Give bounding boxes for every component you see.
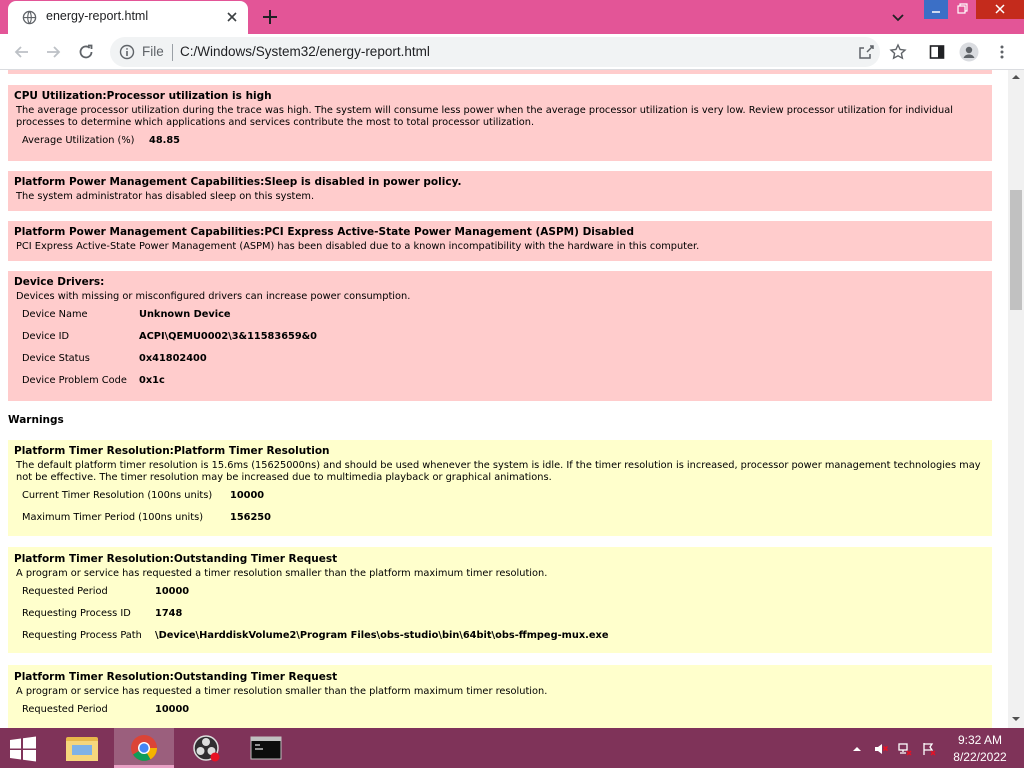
field-value: 0x1c [139, 375, 165, 386]
error-box-aspm-disabled: Platform Power Management Capabilities:P… [8, 221, 992, 261]
field-label: Device Problem Code [22, 375, 127, 386]
bookmark-star-icon[interactable] [889, 43, 907, 61]
tab-title: energy-report.html [46, 9, 149, 23]
field-value: 0x41802400 [139, 353, 207, 364]
field-label: Device ID [22, 331, 70, 342]
error-box-cpu-utilization: CPU Utilization:Processor utilization is… [8, 85, 992, 161]
windows-taskbar: 9:32 AM 8/22/2022 [0, 728, 1024, 768]
taskbar-command-prompt[interactable] [236, 728, 296, 768]
error-title: Device Drivers: [14, 276, 105, 288]
taskbar-chrome[interactable] [114, 728, 174, 768]
error-title: Platform Power Management Capabilities:P… [14, 226, 634, 238]
more-menu-icon[interactable] [993, 43, 1011, 61]
minimize-button[interactable] [924, 0, 948, 19]
chevron-up-icon[interactable] [852, 744, 862, 754]
error-title: Platform Power Management Capabilities:S… [14, 176, 462, 188]
url-text[interactable]: C:/Windows/System32/energy-report.html [180, 44, 430, 59]
chevron-down-icon[interactable] [890, 9, 906, 25]
page-scrollbar[interactable] [1008, 70, 1024, 728]
error-box-previous [8, 70, 992, 74]
field-value: 10000 [155, 586, 190, 597]
network-disconnected-icon[interactable] [898, 742, 912, 756]
warning-box-outstanding-timer-request: Platform Timer Resolution:Outstanding Ti… [8, 547, 992, 653]
error-box-sleep-disabled: Platform Power Management Capabilities:S… [8, 171, 992, 211]
field-label: Current Timer Resolution (100ns units) [22, 490, 213, 501]
warning-title: Platform Timer Resolution:Outstanding Ti… [14, 671, 338, 683]
error-description: The system administrator has disabled sl… [16, 191, 315, 202]
reload-icon[interactable] [77, 43, 95, 61]
tab-energy-report[interactable]: energy-report.html [8, 1, 248, 34]
profile-avatar-icon[interactable] [959, 42, 979, 62]
share-icon[interactable] [857, 43, 875, 61]
field-label: Requesting Process ID [22, 608, 131, 619]
speaker-muted-icon[interactable] [874, 742, 888, 756]
error-title: CPU Utilization:Processor utilization is… [14, 90, 272, 102]
action-center-flag-icon[interactable] [922, 742, 936, 756]
obs-icon [193, 735, 220, 762]
browser-titlebar: energy-report.html [0, 0, 1024, 34]
scrollbar-thumb[interactable] [1010, 190, 1022, 310]
scroll-down-arrow-icon[interactable] [1012, 715, 1020, 723]
folder-icon [66, 737, 98, 761]
field-label: Device Name [22, 309, 88, 320]
globe-icon [22, 10, 37, 25]
warnings-heading: Warnings [8, 414, 64, 426]
warning-description: A program or service has requested a tim… [16, 686, 548, 697]
close-icon [995, 4, 1005, 14]
close-window-button[interactable] [976, 0, 1024, 19]
forward-arrow-icon[interactable] [44, 43, 62, 61]
back-arrow-icon[interactable] [13, 43, 31, 61]
command-prompt-icon [250, 736, 282, 760]
address-bar[interactable]: File C:/Windows/System32/energy-report.h… [110, 37, 880, 67]
taskbar-file-explorer[interactable] [52, 728, 112, 768]
warning-box-outstanding-timer-request-2: Platform Timer Resolution:Outstanding Ti… [8, 665, 992, 728]
field-value: 10000 [230, 490, 265, 501]
error-description: PCI Express Active-State Power Managemen… [16, 241, 700, 252]
field-label: Average Utilization (%) [22, 135, 135, 146]
field-label: Device Status [22, 353, 90, 364]
field-value: ACPI\QEMU0002\3&11583659&0 [139, 331, 317, 342]
close-tab-icon[interactable] [224, 9, 240, 25]
error-description: The average processor utilization during… [16, 105, 953, 128]
error-description: Devices with missing or misconfigured dr… [16, 291, 411, 302]
omnibox-divider [172, 44, 173, 61]
field-value: 48.85 [149, 135, 180, 146]
field-label: Requested Period [22, 704, 108, 715]
field-label: Requested Period [22, 586, 108, 597]
windows-start-icon[interactable] [8, 736, 38, 762]
warning-title: Platform Timer Resolution:Outstanding Ti… [14, 553, 338, 565]
page-viewport: CPU Utilization:Processor utilization is… [0, 70, 1008, 728]
warning-title: Platform Timer Resolution:Platform Timer… [14, 445, 330, 457]
clock-time[interactable]: 9:32 AM [950, 733, 1010, 747]
minimize-icon [932, 11, 940, 13]
restore-icon [957, 3, 968, 14]
scheme-label: File [142, 44, 164, 59]
field-label: Requesting Process Path [22, 630, 142, 641]
scroll-up-arrow-icon[interactable] [1012, 73, 1020, 81]
warning-box-timer-resolution: Platform Timer Resolution:Platform Timer… [8, 440, 992, 536]
new-tab-plus-icon[interactable] [261, 8, 279, 26]
field-value: Unknown Device [139, 309, 231, 320]
clock-date[interactable]: 8/22/2022 [946, 750, 1014, 764]
taskbar-obs-studio[interactable] [176, 728, 236, 768]
warning-description: The default platform timer resolution is… [16, 460, 981, 483]
restore-button[interactable] [950, 0, 974, 19]
field-value: 10000 [155, 704, 190, 715]
browser-toolbar: File C:/Windows/System32/energy-report.h… [0, 34, 1024, 70]
field-value: \Device\HarddiskVolume2\Program Files\ob… [155, 630, 609, 641]
side-panel-icon[interactable] [928, 43, 946, 61]
info-icon[interactable] [119, 44, 135, 60]
field-label: Maximum Timer Period (100ns units) [22, 512, 204, 523]
field-value: 1748 [155, 608, 183, 619]
error-box-device-drivers: Device Drivers: Devices with missing or … [8, 271, 992, 401]
field-value: 156250 [230, 512, 271, 523]
chrome-icon [131, 735, 158, 761]
warning-description: A program or service has requested a tim… [16, 568, 548, 579]
